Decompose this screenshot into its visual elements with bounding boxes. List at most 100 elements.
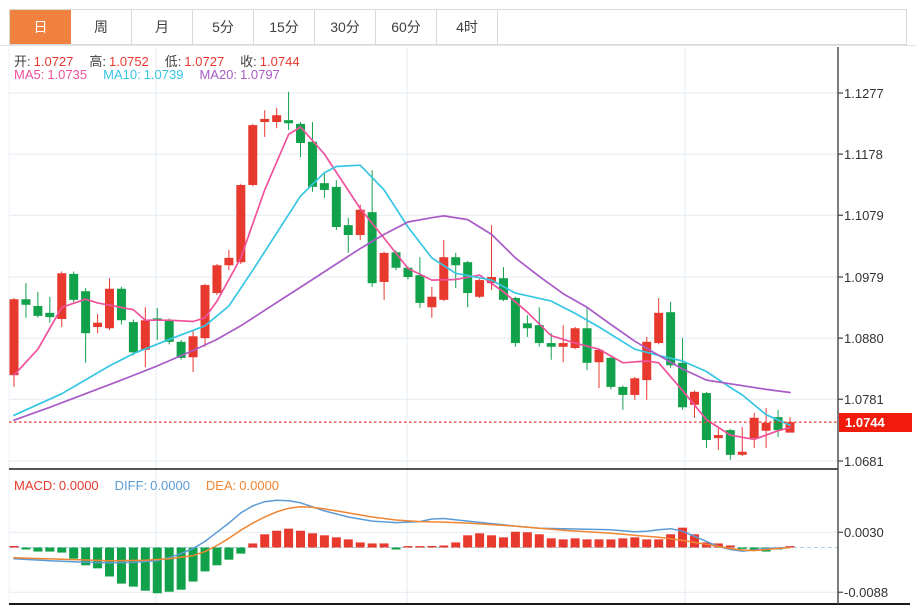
candle-body <box>260 118 270 123</box>
macd-bar <box>224 547 234 560</box>
dea-label: DEA: <box>205 478 237 493</box>
macd-bar <box>116 547 126 584</box>
price-axis-label: 1.0880 <box>844 330 884 346</box>
dea-value: 0.0000 <box>239 478 280 493</box>
candle-body <box>379 252 389 282</box>
macd-bar <box>93 547 103 569</box>
candle-body <box>570 328 580 349</box>
macd-bar <box>642 539 652 548</box>
macd-bar <box>463 535 473 548</box>
macd-bar <box>355 542 365 548</box>
macd-bar <box>737 547 747 549</box>
candle-body <box>737 451 747 455</box>
macd-bar <box>284 528 294 548</box>
last-price-tag: 1.0744 <box>839 412 912 432</box>
price-axis-label: 1.1079 <box>844 207 884 223</box>
macd-bar <box>260 534 270 548</box>
candle-body <box>33 306 43 316</box>
ma5-label: MA5: <box>14 67 45 82</box>
macd-value: 0.0000 <box>58 478 99 493</box>
price-axis-label: 1.0781 <box>844 391 884 407</box>
macd-bar <box>725 545 735 548</box>
macd-bar <box>128 547 138 587</box>
macd-bar <box>21 547 31 550</box>
candle-body <box>81 291 91 334</box>
candle-body <box>200 285 210 339</box>
candle-body <box>9 299 19 376</box>
macd-bar <box>9 545 19 548</box>
macd-bar <box>164 547 174 592</box>
candle-body <box>248 125 258 185</box>
candle-body <box>546 343 556 347</box>
macd-bar <box>522 532 532 548</box>
macd-bar <box>391 547 401 550</box>
candle-body <box>343 225 353 236</box>
macd-bar <box>367 543 377 548</box>
candle-body <box>451 257 461 266</box>
ma20-value: 1.0797 <box>240 67 280 82</box>
candle-body <box>618 386 628 395</box>
candle-body <box>140 320 150 350</box>
candle-body <box>475 280 485 297</box>
candle-body <box>128 322 138 353</box>
candle-body <box>522 323 532 329</box>
macd-axis-label: 0.0030 <box>844 524 884 540</box>
macd-bar <box>140 547 150 591</box>
macd-bar <box>319 535 329 548</box>
ma5-value: 1.0735 <box>47 67 88 82</box>
macd-bar <box>57 547 67 553</box>
price-axis-label: 1.1178 <box>844 146 883 162</box>
candle-body <box>307 141 317 187</box>
candle-body <box>21 299 31 305</box>
macd-bar <box>188 547 198 582</box>
macd-bar <box>534 534 544 548</box>
candle-body <box>116 288 126 321</box>
ma10-line <box>13 164 791 427</box>
ma-legend: MA5: 1.0735 MA10: 1.0739 MA20: 1.0797 <box>14 67 296 82</box>
macd-bar <box>212 547 222 566</box>
candle-body <box>105 288 115 329</box>
ma10-value: 1.0739 <box>143 67 184 82</box>
candle-body <box>713 435 723 439</box>
candle-body <box>45 312 55 318</box>
candle-body <box>319 183 329 190</box>
candle-body <box>272 115 282 123</box>
candle-body <box>224 257 234 266</box>
ma20-label: MA20: <box>199 67 238 82</box>
macd-bar <box>33 547 43 552</box>
candle-body <box>606 357 616 387</box>
macd-bar <box>415 546 425 548</box>
macd-bar <box>439 545 449 548</box>
macd-bar <box>546 538 556 548</box>
macd-bar <box>343 539 353 548</box>
candle-body <box>749 417 759 439</box>
ma10-label: MA10: <box>103 67 141 82</box>
macd-bar <box>296 530 306 548</box>
macd-bar <box>487 535 497 548</box>
macd-bar <box>236 547 246 554</box>
macd-bar <box>510 531 520 548</box>
candle-body <box>689 391 699 405</box>
macd-bar <box>331 537 341 548</box>
macd-bar <box>152 547 162 594</box>
diff-value: 0.0000 <box>150 478 190 493</box>
macd-bar <box>558 539 568 548</box>
macd-bar <box>272 530 282 548</box>
candle-body <box>93 322 103 328</box>
macd-bar <box>606 539 616 548</box>
macd-legend: MACD: 0.0000 DIFF: 0.0000 DEA: 0.0000 <box>14 478 295 493</box>
macd-bar <box>582 539 592 548</box>
candle-body <box>558 343 568 347</box>
candle-body <box>630 378 640 395</box>
price-axis-label: 1.1277 <box>844 85 884 101</box>
macd-bar <box>69 547 79 559</box>
candle-body <box>427 296 437 308</box>
macd-label: MACD: <box>14 478 56 493</box>
macd-axis-label: -0.0088 <box>844 584 889 600</box>
macd-bar <box>45 547 55 552</box>
candle-body <box>69 273 79 300</box>
macd-bar <box>666 534 676 548</box>
macd-bar <box>618 538 628 548</box>
macd-bar <box>654 539 664 548</box>
macd-bar <box>451 542 461 548</box>
